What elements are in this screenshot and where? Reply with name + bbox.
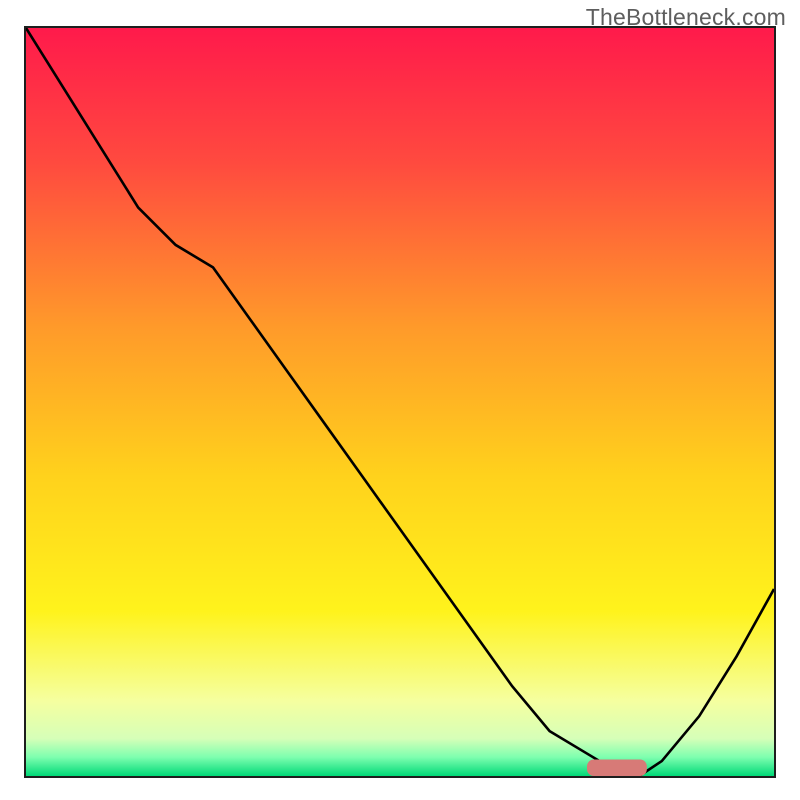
gradient-background: [26, 28, 774, 776]
sweet-spot-bar: [587, 760, 647, 776]
chart-frame: [24, 26, 776, 778]
bottleneck-chart: [26, 28, 774, 776]
page-root: TheBottleneck.com: [0, 0, 800, 800]
